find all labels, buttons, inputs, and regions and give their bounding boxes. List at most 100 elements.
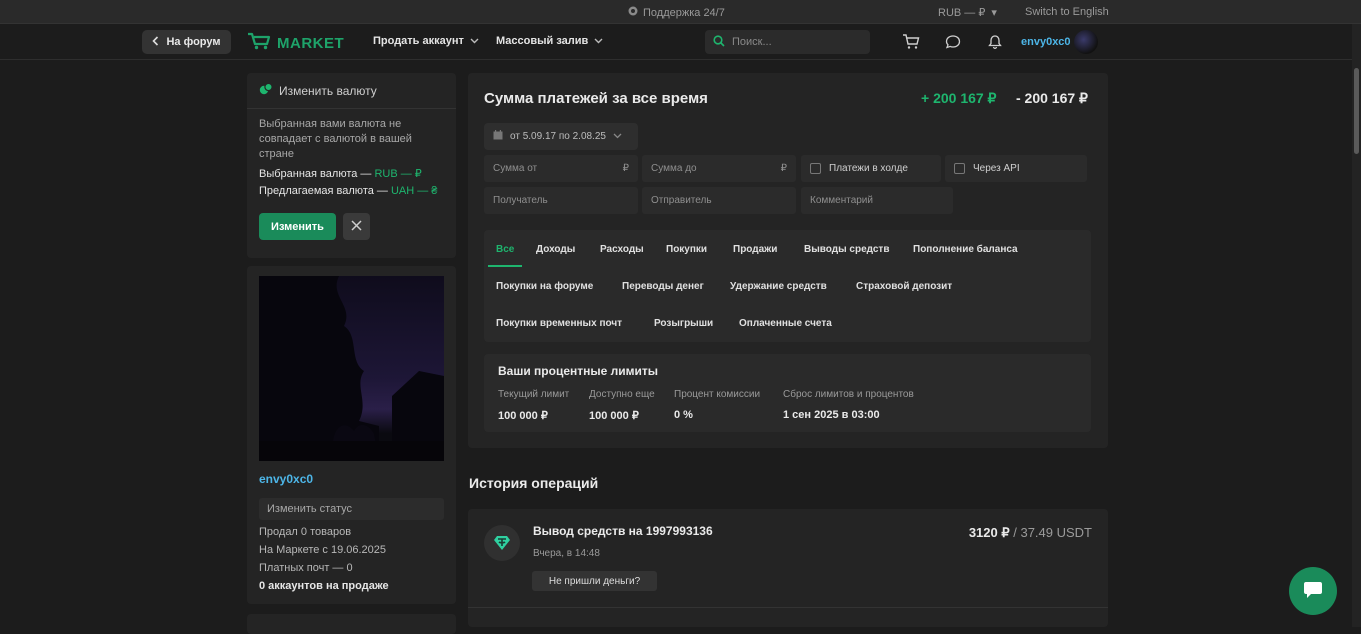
date-range-value: от 5.09.17 по 2.08.25 (510, 131, 606, 142)
dismiss-button[interactable] (343, 213, 370, 240)
suggested-currency-value: UAH — ₴ (390, 185, 438, 197)
messages-icon[interactable] (943, 32, 963, 52)
back-to-forum-button[interactable]: На форум (142, 30, 231, 54)
recipient-input[interactable]: Получатель (484, 187, 638, 214)
operation-time: Вчера, в 14:48 (533, 548, 600, 559)
recipient-placeholder: Получатель (493, 195, 548, 206)
ruble-sign: ₽ (622, 163, 629, 174)
accounts-for-sale: 0 аккаунтов на продаже (259, 580, 389, 592)
via-api-checkbox[interactable]: Через API (945, 155, 1087, 182)
tab-withdrawals[interactable]: Выводы средств (804, 244, 889, 255)
profile-card: envy0xc0 Изменить статус Продал 0 товаро… (247, 266, 456, 604)
avatar[interactable] (1074, 30, 1098, 54)
tab-forum-purchases[interactable]: Покупки на форуме (496, 281, 593, 292)
scrollbar-thumb[interactable] (1354, 68, 1359, 154)
logo-text: MARKET (277, 34, 345, 52)
currency-card-title: Изменить валюту (279, 83, 377, 98)
sold-count: Продал 0 товаров (259, 526, 352, 538)
limit-header: Текущий лимит (498, 389, 570, 400)
top-bar: Поддержка 24/7 RUB — ₽ ▾ Switch to Engli… (0, 0, 1361, 24)
checkbox-box[interactable] (954, 163, 965, 174)
profile-photo[interactable] (259, 276, 444, 461)
operation-title[interactable]: Вывод средств на 1997993136 (533, 524, 713, 538)
amount-rub: 3120 ₽ (968, 525, 1010, 540)
change-currency-button[interactable]: Изменить (259, 213, 336, 240)
ruble-sign: ₽ (780, 163, 787, 174)
suggested-currency-label: Предлагаемая валюта — (259, 185, 391, 197)
history-title: История операций (469, 475, 599, 491)
tab-expenses[interactable]: Расходы (600, 244, 644, 255)
tab-deposits[interactable]: Пополнение баланса (913, 244, 1018, 255)
scrollbar[interactable] (1352, 24, 1361, 627)
support-label: Поддержка 24/7 (643, 6, 725, 19)
main-nav: На форум MARKET Продать аккаунт Массовый… (0, 24, 1361, 60)
divider (468, 607, 1108, 608)
currency-card-header: Изменить валюту (247, 73, 456, 109)
sum-to-placeholder: Сумма до (651, 163, 697, 174)
tab-all[interactable]: Все (496, 244, 514, 255)
limit-header: Сброс лимитов и процентов (783, 389, 914, 400)
chat-icon (1303, 581, 1323, 602)
tab-transfers[interactable]: Переводы денег (622, 281, 704, 292)
tab-paid-invoices[interactable]: Оплаченные счета (739, 318, 832, 329)
total-income: + 200 167 ₽ (921, 90, 997, 106)
limit-header: Доступно еще (589, 389, 655, 400)
limit-header: Процент комиссии (674, 389, 761, 400)
checkbox-box[interactable] (810, 163, 821, 174)
chevron-down-icon (594, 35, 603, 47)
menu-sell-account[interactable]: Продать аккаунт (373, 35, 479, 47)
support-link[interactable]: Поддержка 24/7 (628, 6, 725, 19)
cart-logo-icon (247, 32, 271, 54)
search-icon (713, 34, 725, 50)
sidebar-card-next (247, 614, 456, 634)
tab-insurance-deposit[interactable]: Страховой депозит (856, 281, 952, 292)
sum-to-input[interactable]: Сумма до ₽ (642, 155, 796, 182)
operation-amount: 3120 ₽ / 37.49 USDT (969, 525, 1092, 541)
tab-temp-mail[interactable]: Покупки временных почт (496, 318, 622, 329)
sum-from-placeholder: Сумма от (493, 163, 538, 174)
tab-income[interactable]: Доходы (536, 244, 575, 255)
cart-icon[interactable] (901, 32, 921, 52)
coins-icon (259, 82, 273, 99)
selected-currency-value: RUB — ₽ (374, 168, 422, 180)
currency-card: Изменить валюту Выбранная вами валюта не… (247, 73, 456, 258)
reset-date-value: 1 сен 2025 в 03:00 (783, 409, 880, 421)
suggested-currency: Предлагаемая валюта — UAH — ₴ (247, 185, 456, 197)
payments-card: Сумма платежей за все время + 200 167 ₽ … (468, 73, 1108, 448)
chat-button[interactable] (1289, 567, 1337, 615)
sender-input[interactable]: Отправитель (642, 187, 796, 214)
status-input[interactable]: Изменить статус (259, 498, 444, 520)
amount-usdt: / 37.49 USDT (1009, 525, 1092, 540)
language-switch[interactable]: Switch to English (1025, 6, 1109, 18)
chevron-down-icon: ▾ (991, 7, 997, 19)
profile-name[interactable]: envy0xc0 (259, 472, 313, 486)
available-value: 100 000 ₽ (589, 410, 639, 422)
sum-from-input[interactable]: Сумма от ₽ (484, 155, 638, 182)
currency-selector[interactable]: RUB — ₽ ▾ (938, 6, 997, 19)
menu-label: Массовый залив (496, 35, 589, 47)
tab-purchases[interactable]: Покупки (666, 244, 707, 255)
search-input[interactable] (732, 36, 862, 48)
bell-icon[interactable] (985, 32, 1005, 52)
tab-giveaways[interactable]: Розыгрыши (654, 318, 713, 329)
date-range-picker[interactable]: от 5.09.17 по 2.08.25 (484, 123, 638, 150)
menu-mass-upload[interactable]: Массовый залив (496, 35, 603, 47)
chevron-down-icon (613, 131, 622, 142)
on-hold-checkbox[interactable]: Платежи в холде (801, 155, 941, 182)
tab-sales[interactable]: Продажи (733, 244, 777, 255)
chevron-down-icon (470, 35, 479, 47)
operation-type-tabs: Все Доходы Расходы Покупки Продажи Вывод… (484, 230, 1091, 342)
currency-label: RUB — ₽ (938, 7, 986, 19)
on-hold-label: Платежи в холде (829, 163, 908, 174)
search-box (705, 30, 870, 54)
logo[interactable]: MARKET (247, 32, 344, 54)
username-link[interactable]: envy0xc0 (1021, 36, 1071, 48)
percent-limits: Ваши процентные лимиты Текущий лимит Дос… (484, 354, 1091, 432)
comment-input[interactable]: Комментарий (801, 187, 953, 214)
sender-placeholder: Отправитель (651, 195, 712, 206)
chevron-left-icon (152, 35, 159, 49)
chat-bubble-icon (628, 6, 638, 19)
paid-mail-count: Платных почт — 0 (259, 562, 353, 574)
tab-holds[interactable]: Удержание средств (730, 281, 827, 292)
money-not-received-button[interactable]: Не пришли деньги? (532, 571, 657, 591)
